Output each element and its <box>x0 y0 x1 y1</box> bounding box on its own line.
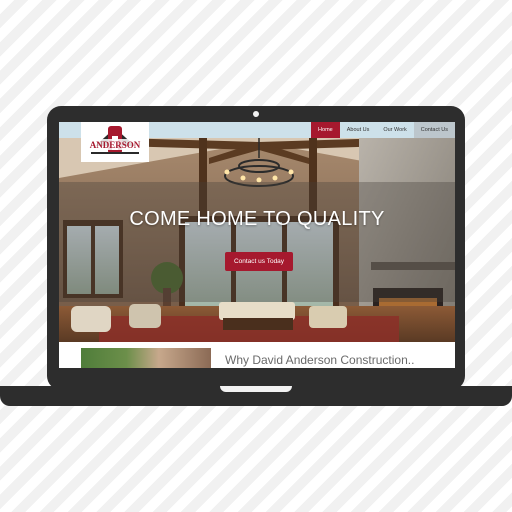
website-viewport: Home About Us Our Work Contact Us ANDERS… <box>59 122 455 368</box>
nav-contact-us[interactable]: Contact Us <box>413 122 455 138</box>
team-photo <box>81 348 211 368</box>
why-section: Why David Anderson Construction.. <box>59 342 455 368</box>
contact-us-today-button[interactable]: Contact us Today <box>225 252 293 271</box>
logo-graphic: ANDERSON <box>81 122 149 162</box>
logo-text: ANDERSON <box>90 140 141 150</box>
laptop-notch <box>220 386 292 392</box>
nav-home[interactable]: Home <box>311 122 340 138</box>
anderson-logo[interactable]: ANDERSON <box>81 122 149 162</box>
hero-section: COME HOME TO QUALITY Contact us Today <box>59 138 455 342</box>
hero-overlay-band <box>59 182 455 302</box>
nav-about-us[interactable]: About Us <box>340 122 377 138</box>
section-title: Why David Anderson Construction.. <box>225 353 415 367</box>
hero-title: COME HOME TO QUALITY <box>129 208 385 230</box>
nav-our-work[interactable]: Our Work <box>376 122 413 138</box>
webcam-icon <box>253 111 259 117</box>
main-nav: Home About Us Our Work Contact Us <box>311 122 455 138</box>
